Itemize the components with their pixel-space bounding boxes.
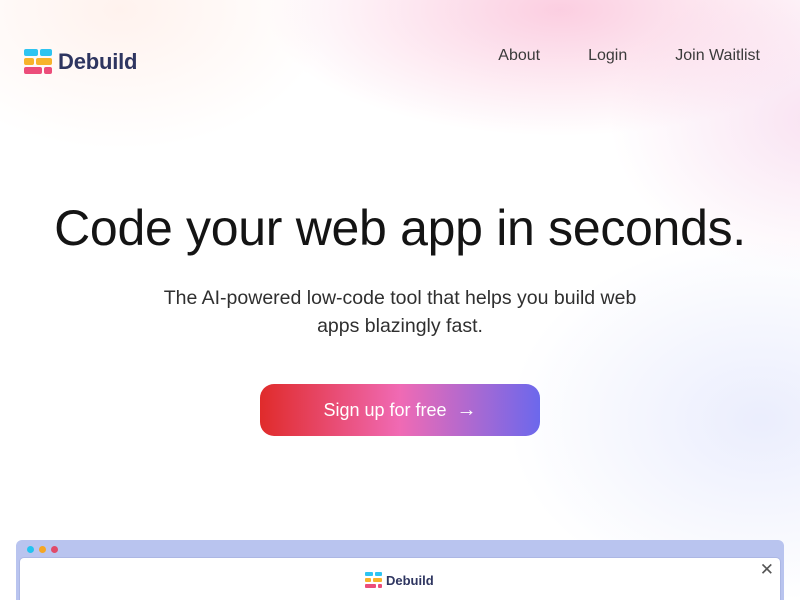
arrow-right-icon: → [456,399,477,421]
window-dot-orange [39,546,46,553]
sign-up-button[interactable]: Sign up for free → [260,384,540,436]
brand-name: Debuild [58,49,138,74]
hero-headline: Code your web app in seconds. [54,200,746,256]
hero-subheadline: The AI-powered low-code tool that helps … [163,287,637,337]
window-dot-red [51,546,58,553]
window-controls [27,546,58,553]
close-icon[interactable]: ✕ [760,560,774,580]
preview-brand-logo: Debuild [365,572,434,588]
site-header: Debuild About Login Join Waitlist [0,0,800,112]
app-preview-window: Debuild ✕ [16,540,784,600]
top-nav: About Login Join Waitlist [498,46,760,66]
brand-logo[interactable]: Debuild [24,49,137,75]
debuild-logo-icon [24,49,52,75]
debuild-logo-icon [365,572,382,588]
nav-about-link[interactable]: About [498,46,540,66]
window-dot-cyan [27,546,34,553]
preview-brand-name: Debuild [386,572,434,588]
nav-login-link[interactable]: Login [588,46,627,66]
hero-section: Code your web app in seconds. The AI-pow… [0,196,800,340]
sign-up-button-label: Sign up for free [323,399,447,420]
preview-content: Debuild ✕ [20,558,780,600]
nav-join-waitlist-link[interactable]: Join Waitlist [675,46,760,66]
